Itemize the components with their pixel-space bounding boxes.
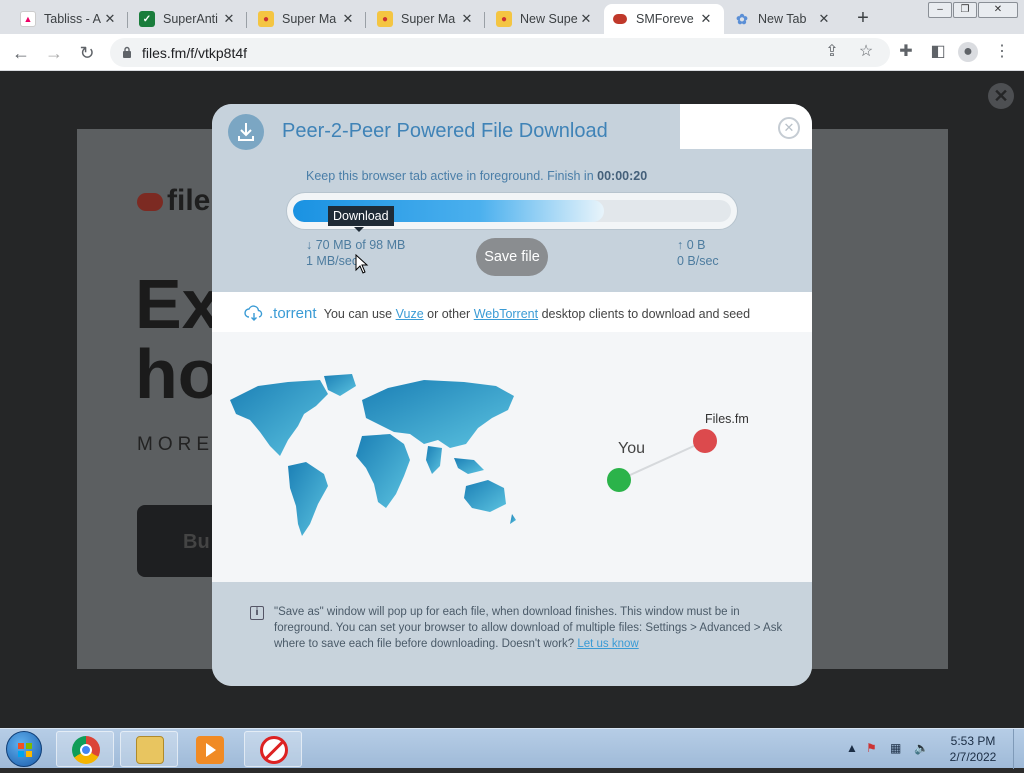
superantispyware-icon: ✓ <box>139 11 155 27</box>
flag-alert-icon[interactable]: ⚑ <box>866 741 877 755</box>
upload-amount: ↑ 0 B <box>677 238 706 252</box>
download-modal: Peer-2-Peer Powered File Download ✕ Keep… <box>212 104 812 686</box>
close-tab-icon[interactable]: ✕ <box>459 11 475 27</box>
download-icon <box>228 114 264 150</box>
torrent-link[interactable]: .torrent <box>269 305 317 322</box>
mario-icon: ● <box>377 11 393 27</box>
menu-kebab-icon[interactable]: ⋮ <box>992 42 1012 62</box>
peer-connection-graph <box>607 429 717 492</box>
back-arrow-icon[interactable]: ← <box>10 42 32 64</box>
browser-toolbar: ← → ↻ files.fm/f/vtkp8t4f ⇪ ☆ ✚ ◧ ● ⋮ <box>0 34 1024 71</box>
media-player-icon <box>196 736 224 764</box>
webtorrent-link[interactable]: WebTorrent <box>474 307 538 321</box>
page-viewport: file Ex ho MORE Bu ✕ Peer-2-Peer Powered… <box>0 71 1024 728</box>
show-hidden-icons[interactable]: ▲ <box>846 741 858 755</box>
taskbar-chrome[interactable] <box>56 731 114 767</box>
tab-strip: ▲ Tabliss - A ✕ ✓ SuperAnti ✕ ● Super Ma… <box>0 0 1024 34</box>
close-modal-icon[interactable]: ✕ <box>778 117 800 139</box>
url-text: files.fm/f/vtkp8t4f <box>142 45 248 61</box>
download-tooltip: Download <box>328 206 394 232</box>
keep-tab-active-text: Keep this browser tab active in foregrou… <box>306 169 648 183</box>
tab-separator <box>246 12 247 28</box>
close-tab-icon[interactable]: ✕ <box>221 11 237 27</box>
mouse-cursor-icon <box>355 254 369 274</box>
start-button[interactable] <box>6 731 42 767</box>
volume-icon[interactable]: 🔈 <box>914 741 929 755</box>
tab-new-super[interactable]: ● New Supe ✕ <box>488 4 604 34</box>
lock-icon <box>123 46 131 58</box>
background-subtitle: MORE <box>137 434 214 455</box>
side-panel-icon[interactable]: ◧ <box>928 42 948 62</box>
finish-timer: 00:00:20 <box>597 169 648 183</box>
peer-map-area: You Files.fm <box>212 332 812 582</box>
close-window-icon[interactable]: ✕ <box>978 2 1018 18</box>
smforever-icon <box>612 11 628 27</box>
windows-logo-icon <box>18 743 32 757</box>
let-us-know-link[interactable]: Let us know <box>577 638 638 650</box>
taskbar-blocked-app[interactable] <box>244 731 302 767</box>
taskbar-media-player[interactable] <box>180 731 238 767</box>
you-peer-dot <box>607 468 631 492</box>
tab-superanti[interactable]: ✓ SuperAnti ✕ <box>131 4 247 34</box>
reload-icon[interactable]: ↻ <box>76 42 98 64</box>
files-fm-peer-dot <box>693 429 717 453</box>
upload-speed: 0 B/sec <box>677 254 719 268</box>
profile-avatar-icon[interactable]: ● <box>958 42 978 62</box>
you-peer-label: You <box>618 440 645 457</box>
tab-smforever[interactable]: SMForeve ✕ <box>604 4 724 34</box>
save-file-button[interactable]: Save file <box>476 238 548 276</box>
clock-date: 2/7/2022 <box>949 750 997 764</box>
taskbar-explorer[interactable] <box>120 731 178 767</box>
extensions-puzzle-icon[interactable]: ✚ <box>896 42 916 62</box>
show-desktop-button[interactable] <box>1013 729 1024 769</box>
tab-tabliss[interactable]: ▲ Tabliss - A ✕ <box>12 4 128 34</box>
save-as-note: "Save as" window will pop up for each fi… <box>274 606 783 650</box>
new-tab-button[interactable]: + <box>852 7 874 30</box>
background-logo: file <box>137 184 210 218</box>
modal-title: Peer-2-Peer Powered File Download <box>282 120 608 142</box>
close-tab-icon[interactable]: ✕ <box>340 11 356 27</box>
share-icon[interactable]: ⇪ <box>822 42 842 62</box>
modal-footer: i "Save as" window will pop up for each … <box>212 582 812 686</box>
tab-super-mario-2[interactable]: ● Super Ma ✕ <box>369 4 485 34</box>
torrent-section: .torrent You can use Vuze or other WebTo… <box>212 292 812 582</box>
tab-separator <box>127 12 128 28</box>
minimize-window-icon[interactable]: – <box>928 2 952 18</box>
background-headline: Ex ho <box>135 265 221 413</box>
tab-title: SMForeve <box>636 12 694 26</box>
close-tab-icon[interactable]: ✕ <box>816 11 832 27</box>
torrent-info-text: .torrent You can use Vuze or other WebTo… <box>269 305 751 322</box>
mario-icon: ● <box>496 11 512 27</box>
files-fm-peer-label: Files.fm <box>705 412 749 426</box>
overlay-close-icon[interactable]: ✕ <box>988 83 1014 109</box>
new-tab-icon: ✿ <box>736 10 748 27</box>
network-icon[interactable]: ▦ <box>890 741 901 755</box>
bookmark-star-icon[interactable]: ☆ <box>856 42 876 62</box>
download-speed: 1 MB/sec <box>306 254 359 268</box>
forward-arrow-icon[interactable]: → <box>43 42 65 64</box>
clock-time: 5:53 PM <box>950 734 996 748</box>
windows-taskbar: ▲ ⚑ ▦ 🔈 5:53 PM 2/7/2022 <box>0 728 1024 769</box>
chrome-icon <box>72 736 100 764</box>
close-tab-icon[interactable]: ✕ <box>698 11 714 27</box>
tab-new-tab[interactable]: ✿ New Tab ✕ <box>726 4 842 34</box>
info-icon: i <box>250 606 264 620</box>
close-tab-icon[interactable]: ✕ <box>102 11 118 27</box>
tabliss-icon: ▲ <box>20 11 36 27</box>
cloud-download-icon <box>244 305 263 321</box>
vuze-link[interactable]: Vuze <box>396 307 424 321</box>
restore-window-icon[interactable]: ❐ <box>953 2 977 18</box>
download-amount: ↓ 70 MB of 98 MB <box>306 238 406 252</box>
mario-icon: ● <box>258 11 274 27</box>
tab-separator <box>484 12 485 28</box>
folder-icon <box>136 736 164 764</box>
no-entry-icon <box>260 736 288 764</box>
tab-separator <box>365 12 366 28</box>
tab-super-mario-1[interactable]: ● Super Ma ✕ <box>250 4 366 34</box>
address-bar[interactable]: files.fm/f/vtkp8t4f <box>110 38 890 67</box>
close-tab-icon[interactable]: ✕ <box>578 11 594 27</box>
system-clock[interactable]: 5:53 PM 2/7/2022 <box>945 733 1001 765</box>
